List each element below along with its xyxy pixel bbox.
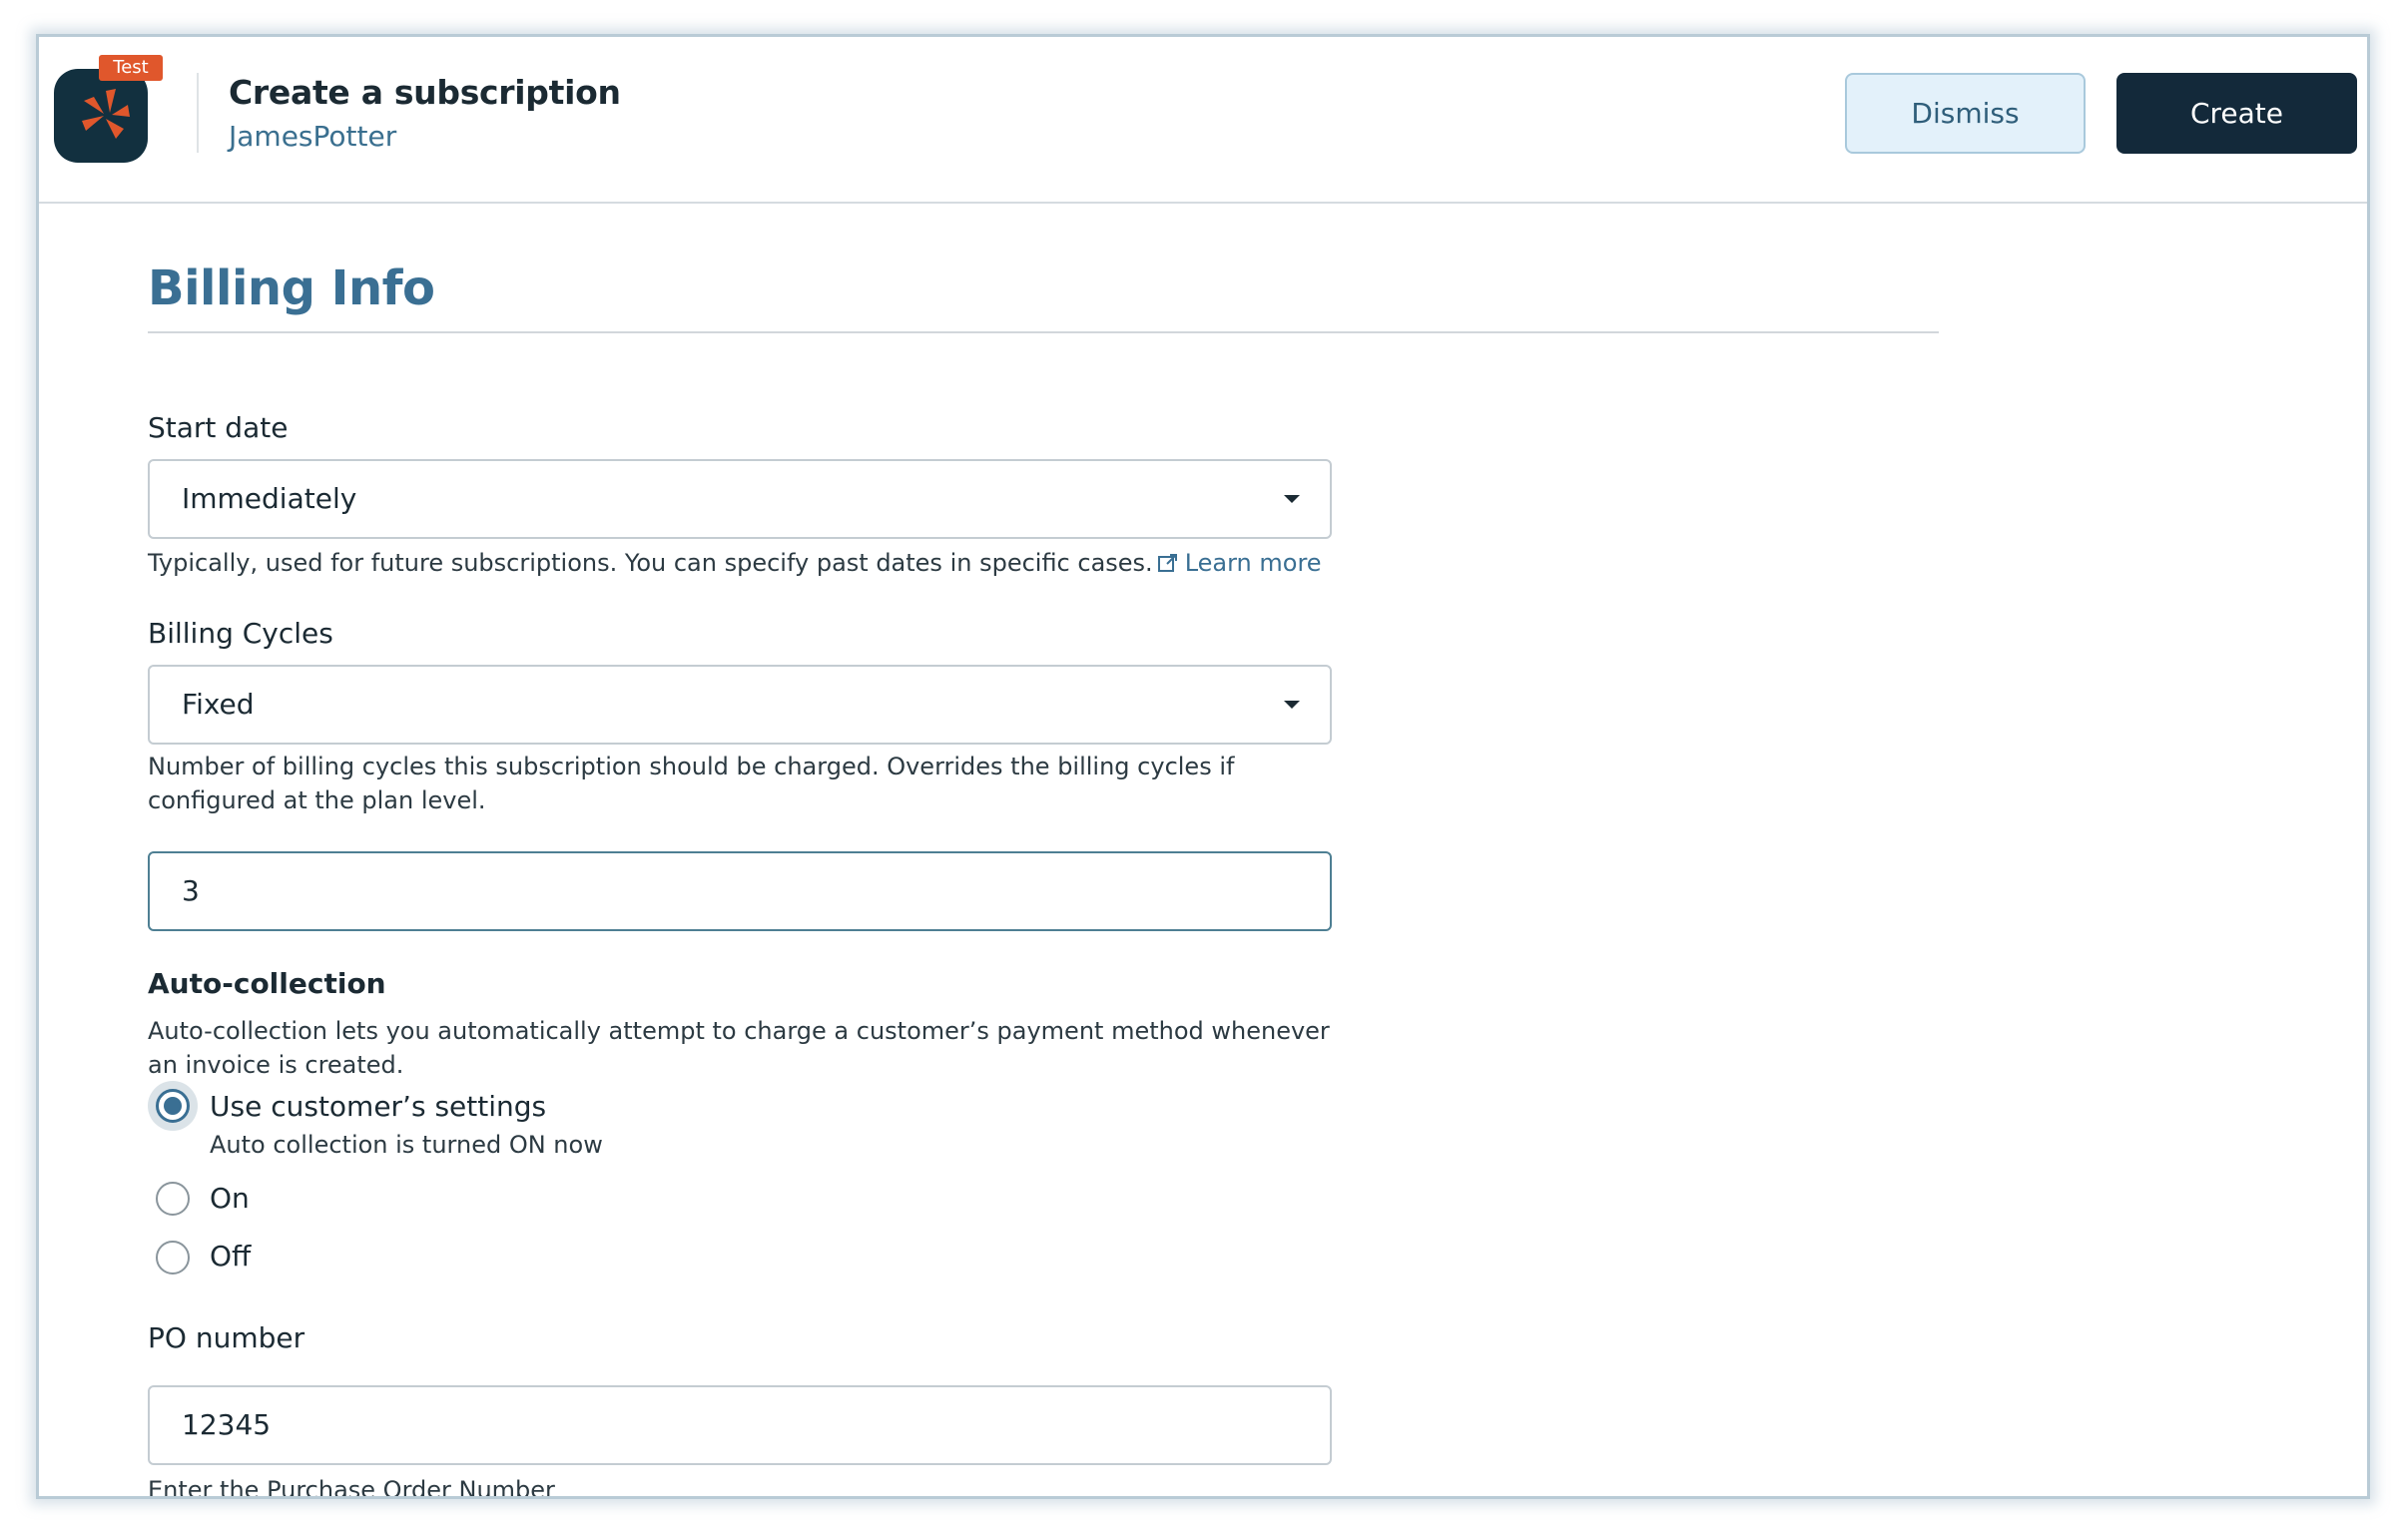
billing-cycles-select[interactable]: Fixed [148, 665, 1332, 745]
start-date-help-text: Typically, used for future subscriptions… [148, 549, 1153, 577]
po-number-value: 12345 [182, 1408, 272, 1441]
po-number-label: PO number [148, 1321, 305, 1354]
external-link-icon [1157, 554, 1177, 572]
section-divider [148, 331, 1939, 333]
billing-cycles-count-value: 3 [182, 874, 200, 907]
dialog-title: Create a subscription [229, 73, 621, 112]
billing-cycles-label: Billing Cycles [148, 617, 333, 650]
test-mode-badge: Test [99, 55, 163, 81]
dismiss-button[interactable]: Dismiss [1845, 73, 2086, 154]
billing-cycles-count-input[interactable]: 3 [148, 851, 1332, 931]
billing-cycles-value: Fixed [182, 688, 255, 721]
dialog-header: Test Create a subscription JamesPotter D… [39, 37, 2367, 204]
app-logo [54, 69, 148, 163]
start-date-select[interactable]: Immediately [148, 459, 1332, 539]
start-date-value: Immediately [182, 482, 357, 515]
radio-customer-settings-sub: Auto collection is turned ON now [210, 1131, 603, 1159]
radio-off-label[interactable]: Off [210, 1240, 251, 1273]
radio-customer-settings[interactable] [156, 1089, 190, 1123]
po-number-help: Enter the Purchase Order Number [148, 1476, 555, 1499]
customer-name[interactable]: JamesPotter [229, 120, 396, 153]
billing-cycles-help: Number of billing cycles this subscripti… [148, 753, 1235, 814]
auto-collection-label: Auto-collection [148, 967, 386, 1000]
header-divider [197, 73, 199, 153]
section-title: Billing Info [148, 260, 435, 316]
start-date-label: Start date [148, 411, 289, 444]
logo-mark-icon [82, 89, 130, 139]
radio-on-label[interactable]: On [210, 1182, 250, 1215]
auto-collection-help: Auto-collection lets you automatically a… [148, 1017, 1330, 1079]
radio-dot [164, 1097, 182, 1115]
learn-more-link[interactable]: Learn more [1185, 549, 1322, 577]
radio-off[interactable] [156, 1241, 190, 1275]
po-number-input[interactable]: 12345 [148, 1385, 1332, 1465]
radio-on[interactable] [156, 1182, 190, 1216]
chevron-down-icon [1284, 495, 1300, 503]
chevron-down-icon [1284, 701, 1300, 709]
start-date-help: Typically, used for future subscriptions… [148, 546, 1346, 580]
create-button[interactable]: Create [2116, 73, 2357, 154]
radio-customer-settings-label[interactable]: Use customer’s settings [210, 1090, 546, 1123]
subscription-dialog: Test Create a subscription JamesPotter D… [36, 34, 2370, 1499]
